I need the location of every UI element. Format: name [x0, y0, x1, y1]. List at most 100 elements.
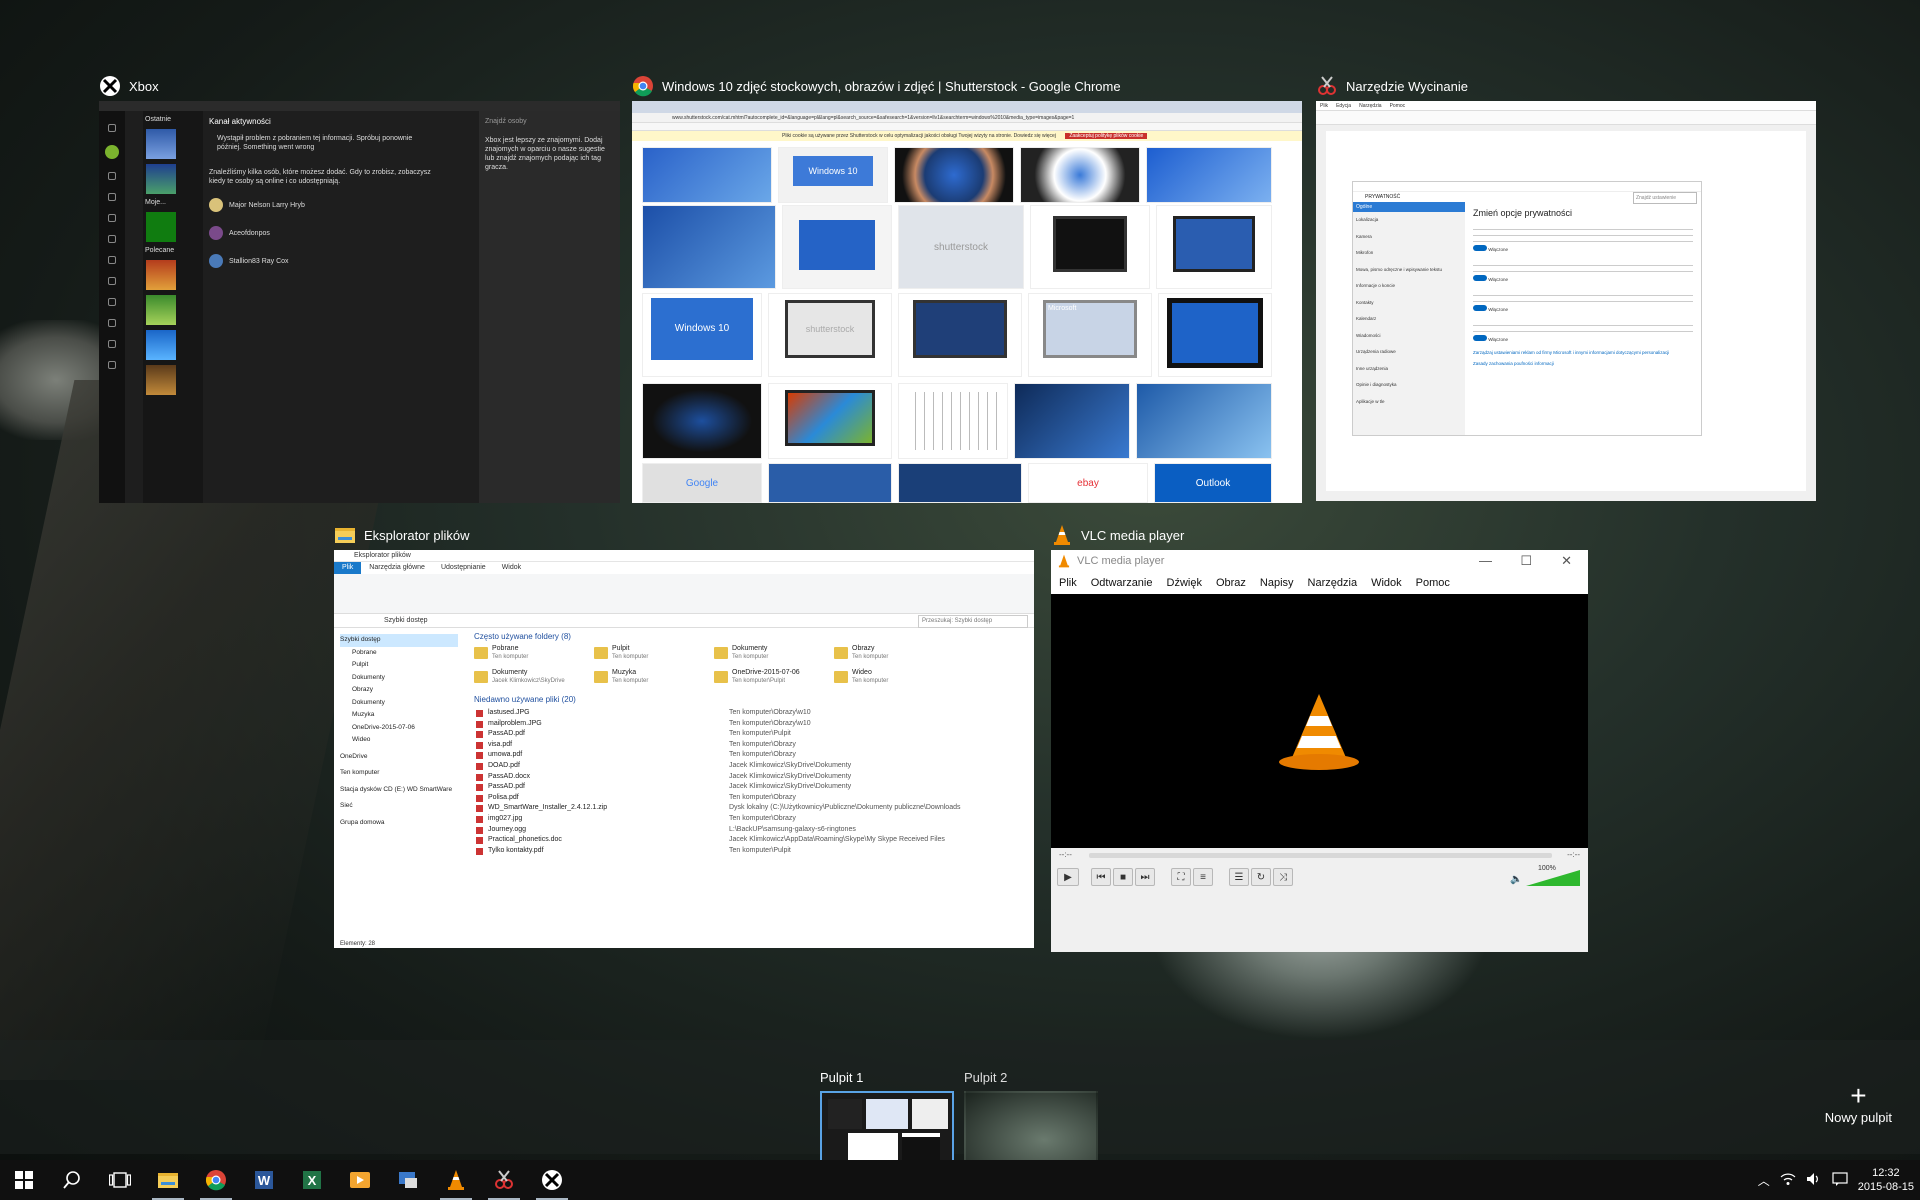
recent-file-row[interactable]: Journey.ogg L:\BackUP\samsung-galaxy-s6-r…: [474, 825, 1026, 836]
desktop-label: Pulpit 1: [820, 1070, 864, 1085]
virtual-desktops-bar: [0, 1040, 1920, 1154]
folder-item[interactable]: Obrazy Ten komputer: [834, 645, 954, 661]
plus-icon: +: [1850, 1080, 1867, 1111]
vlc-icon: [1051, 524, 1073, 546]
menu-pomoc[interactable]: Pomoc: [1416, 577, 1450, 589]
volume-icon[interactable]: [1806, 1172, 1822, 1189]
chrome-thumbnail[interactable]: www.shutterstock.com/cat.mhtml?autocompl…: [632, 101, 1302, 503]
play-button[interactable]: ▶: [1057, 868, 1079, 886]
folder-item[interactable]: Dokumenty Ten komputer: [714, 645, 834, 661]
recent-file-row[interactable]: lastused.JPG Ten komputer\Obrazy\w10: [474, 708, 1026, 719]
taskbar-word[interactable]: W: [240, 1160, 288, 1200]
remote-desktop-icon: [399, 1172, 417, 1188]
recent-file-row[interactable]: umowa.pdf Ten komputer\Obrazy: [474, 750, 1026, 761]
menu-dzwiek[interactable]: Dźwięk: [1167, 577, 1202, 589]
network-icon[interactable]: [1780, 1172, 1796, 1189]
clock[interactable]: 12:32 2015-08-15: [1858, 1166, 1914, 1194]
previous-button[interactable]: ⏮: [1091, 868, 1111, 886]
recent-file-row[interactable]: Polisa.pdf Ten komputer\Obrazy: [474, 793, 1026, 804]
folder-item[interactable]: Pulpit Ten komputer: [594, 645, 714, 661]
recent-file-row[interactable]: Practical_phonetics.doc Jacek Klimkowicz\…: [474, 835, 1026, 846]
xbox-thumbnail[interactable]: Ostatnie Moje... Polecane Kanał aktywnoś…: [99, 101, 620, 503]
window-xbox[interactable]: Xbox Ostatnie Moje... Polecane Kanał akt…: [99, 76, 620, 503]
xbox-friends-panel: Znajdź osoby Xbox jest lepszy ze znajomy…: [479, 111, 620, 503]
vlc-menu-bar: Plik Odtwarzanie Dźwięk Obraz Napisy Nar…: [1051, 572, 1588, 594]
stop-button[interactable]: ■: [1113, 868, 1133, 886]
folder-item[interactable]: Muzyka Ten komputer: [594, 669, 714, 685]
extended-settings-button[interactable]: ≡: [1193, 868, 1213, 886]
folder-icon: [594, 647, 608, 659]
recent-file-row[interactable]: Tylko kontakty.pdf Ten komputer\Pulpit: [474, 846, 1026, 857]
recent-file-row[interactable]: DOAD.pdf Jacek Klimkowicz\SkyDrive\Dokume…: [474, 761, 1026, 772]
playlist-button[interactable]: ☰: [1229, 868, 1249, 886]
seek-bar[interactable]: [1089, 853, 1552, 858]
vlc-thumbnail[interactable]: VLC media player — ☐ ✕ Plik Odtwarzanie …: [1051, 550, 1588, 952]
search-button[interactable]: [48, 1160, 96, 1200]
window-chrome[interactable]: Windows 10 zdjęć stockowych, obrazów i z…: [632, 76, 1302, 503]
start-button[interactable]: [0, 1160, 48, 1200]
menu-narzedzia[interactable]: Narzędzia: [1308, 577, 1358, 589]
next-button[interactable]: ⏭: [1135, 868, 1155, 886]
folder-icon: [714, 647, 728, 659]
fullscreen-button[interactable]: ⛶: [1171, 868, 1191, 886]
taskbar-snipping-tool[interactable]: [480, 1160, 528, 1200]
menu-obraz[interactable]: Obraz: [1216, 577, 1246, 589]
snipping-thumbnail[interactable]: Plik Edycja Narzędzia Pomoc PRYWATNOŚĆ Znaj…: [1316, 101, 1816, 501]
recent-file-row[interactable]: visa.pdf Ten komputer\Obrazy: [474, 740, 1026, 751]
vlc-video-area[interactable]: [1051, 594, 1588, 848]
chrome-icon: [632, 75, 654, 97]
new-desktop-button[interactable]: + Nowy pulpit: [1825, 1080, 1892, 1126]
chevron-up-icon[interactable]: ︿: [1758, 1172, 1770, 1189]
menu-odtwarzanie[interactable]: Odtwarzanie: [1091, 577, 1153, 589]
shuffle-button[interactable]: ⤨: [1273, 868, 1293, 886]
folder-icon: [834, 647, 848, 659]
close-button[interactable]: ✕: [1561, 553, 1572, 569]
recent-file-row[interactable]: img027.jpg Ten komputer\Obrazy: [474, 814, 1026, 825]
window-title-explorer: Eksplorator plików: [334, 524, 470, 546]
desktop-1[interactable]: Pulpit 1: [820, 1070, 954, 1173]
minimize-button[interactable]: —: [1479, 553, 1492, 568]
menu-widok[interactable]: Widok: [1371, 577, 1402, 589]
recent-file-row[interactable]: PassAD.docx Jacek Klimkowicz\SkyDrive\Dok…: [474, 772, 1026, 783]
explorer-titlebar: Eksplorator plików: [334, 550, 1034, 562]
folder-item[interactable]: OneDrive-2015-07-06 Ten komputer\Pulpit: [714, 669, 834, 685]
window-file-explorer[interactable]: Eksplorator plików Eksplorator plików Pl…: [334, 528, 1034, 948]
window-snipping-tool[interactable]: Narzędzie Wycinanie Plik Edycja Narzędzia P…: [1316, 76, 1816, 501]
taskbar-excel[interactable]: X: [288, 1160, 336, 1200]
window-vlc[interactable]: VLC media player VLC media player — ☐ ✕ …: [1051, 525, 1588, 952]
explorer-nav-pane: Szybki dostęp Pobrane Pulpit Dokumenty O…: [334, 630, 464, 938]
taskbar-media[interactable]: [336, 1160, 384, 1200]
folder-item[interactable]: Wideo Ten komputer: [834, 669, 954, 685]
recent-file-row[interactable]: PassAD.pdf Jacek Klimkowicz\SkyDrive\Doku…: [474, 782, 1026, 793]
action-center-icon[interactable]: [1832, 1171, 1848, 1189]
folder-item[interactable]: Dokumenty Jacek Klimkowicz\SkyDrive: [474, 669, 594, 685]
xbox-recent-column: Ostatnie Moje... Polecane: [143, 111, 203, 503]
desktop-2[interactable]: Pulpit 2: [964, 1070, 1098, 1173]
taskbar: W X ︿ 12:32 2015-08-15: [0, 1160, 1920, 1200]
menu-napisy[interactable]: Napisy: [1260, 577, 1294, 589]
taskbar-vlc[interactable]: [432, 1160, 480, 1200]
volume-control[interactable]: 🔈 100%: [1510, 865, 1582, 888]
settings-window-capture: PRYWATNOŚĆ Znajdź ustawienie Ogólne Loka…: [1352, 181, 1702, 436]
vlc-controls: ▶ ⏮ ■ ⏭ ⛶ ≡ ☰ ↻ ⤨ 🔈 100%: [1051, 862, 1588, 952]
folder-icon: [834, 671, 848, 683]
folder-item[interactable]: Pobrane Ten komputer: [474, 645, 594, 661]
explorer-content: Często używane foldery (8) Pobrane Ten ko…: [474, 630, 1026, 938]
taskbar-file-explorer[interactable]: [144, 1160, 192, 1200]
recent-file-row[interactable]: WD_SmartWare_Installer_2.4.12.1.zip Dysk …: [474, 803, 1026, 814]
taskbar-chrome[interactable]: [192, 1160, 240, 1200]
file-explorer-icon: [158, 1173, 178, 1188]
menu-plik[interactable]: Plik: [1059, 577, 1077, 589]
taskbar-xbox[interactable]: [528, 1160, 576, 1200]
recent-file-row[interactable]: PassAD.pdf Ten komputer\Pulpit: [474, 729, 1026, 740]
loop-button[interactable]: ↻: [1251, 868, 1271, 886]
explorer-ribbon-tabs: Plik Narzędzia główne Udostępnianie Wido…: [334, 562, 1034, 574]
task-view-button[interactable]: [96, 1160, 144, 1200]
taskbar-remote[interactable]: [384, 1160, 432, 1200]
search-icon: [63, 1171, 80, 1189]
explorer-thumbnail[interactable]: Eksplorator plików Plik Narzędzia główne…: [334, 550, 1034, 948]
recent-file-row[interactable]: mailproblem.JPG Ten komputer\Obrazy\w10: [474, 719, 1026, 730]
maximize-button[interactable]: ☐: [1520, 553, 1532, 569]
vlc-seek-row: --:-- --:--: [1051, 848, 1588, 862]
chrome-tab-strip: [632, 101, 1302, 113]
